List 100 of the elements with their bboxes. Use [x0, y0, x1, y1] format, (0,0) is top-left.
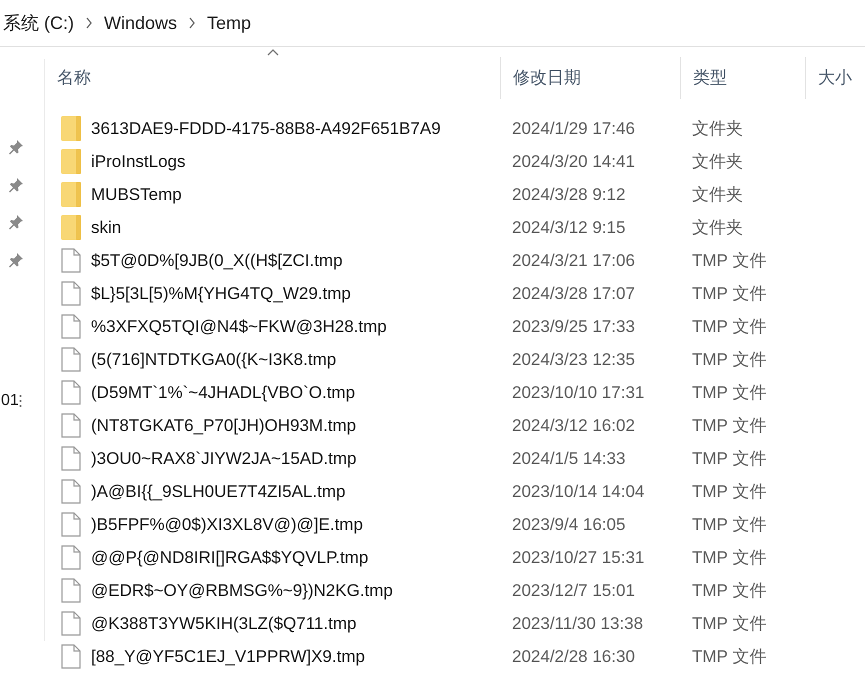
file-name: (NT8TGKAT6_P70[JH)OH93M.tmp	[91, 414, 356, 437]
file-name: @K388T3YW5KIH(3LZ($Q711.tmp	[91, 612, 356, 635]
file-type: TMP 文件	[691, 480, 768, 503]
file-icon	[61, 644, 81, 669]
file-type: TMP 文件	[691, 414, 768, 437]
modified-date: 2023/10/10 17:31	[511, 382, 646, 404]
file-row[interactable]: 3613DAE9-FDDD-4175-88B8-A492F651B7A9 2024/1/29 17:46 文件夹	[45, 112, 865, 145]
column-header[interactable]: 修改日期	[500, 57, 680, 99]
file-name: @EDR$~OY@RBMSG%~9})N2KG.tmp	[91, 580, 393, 602]
file-icon	[61, 380, 81, 405]
file-type: TMP 文件	[691, 448, 768, 470]
more-icon	[18, 394, 22, 408]
file-row[interactable]: )A@BI{{_9SLH0UE7T4ZI5AL.tmp 2023/10/14 14:04 TMP 文件	[45, 475, 865, 508]
file-name: $5T@0D%[9JB(0_X((H$[ZCI.tmp	[91, 250, 343, 272]
modified-date: 2024/3/28 17:07	[511, 282, 636, 305]
file-row[interactable]: iProInstLogs 2024/3/20 14:41 文件夹	[45, 145, 865, 178]
file-type: TMP 文件	[691, 646, 768, 668]
folder-icon	[61, 215, 81, 240]
file-name: %3XFXQ5TQI@N4$~FKW@3H28.tmp	[91, 316, 387, 338]
file-name: MUBSTemp	[91, 184, 182, 206]
modified-date: 2023/9/4 16:05	[511, 514, 626, 536]
file-icon	[61, 578, 81, 603]
modified-date: 2024/1/29 17:46	[511, 118, 636, 140]
file-type: 文件夹	[691, 150, 744, 173]
modified-date: 2023/10/14 14:04	[511, 480, 646, 503]
file-row[interactable]: @@P{@ND8IRI[]RGA$$YQVLP.tmp 2023/10/27 15:31 TMP 文件	[45, 541, 865, 574]
file-row[interactable]: %3XFXQ5TQI@N4$~FKW@3H28.tmp 2023/9/25 17:33 TMP 文件	[45, 310, 865, 343]
modified-date: 2023/12/7 15:01	[511, 580, 636, 602]
file-row[interactable]: )3OU0~RAX8`JIYW2JA~15AD.tmp 2024/1/5 14:33 TMP 文件	[45, 442, 865, 475]
file-icon	[61, 545, 81, 570]
file-row[interactable]: [88_Y@YF5C1EJ_V1PPRW]X9.tmp 2024/2/28 16:30 TMP 文件	[45, 640, 865, 673]
file-name: 3613DAE9-FDDD-4175-88B8-A492F651B7A9	[91, 118, 441, 140]
modified-date: 2023/11/30 13:38	[511, 612, 644, 635]
file-type: TMP 文件	[691, 612, 768, 635]
breadcrumb-item[interactable]: Windows	[104, 10, 178, 36]
file-row[interactable]: skin 2024/3/12 9:15 文件夹	[45, 211, 865, 244]
file-row[interactable]: $5T@0D%[9JB(0_X((H$[ZCI.tmp 2024/3/21 17:06 TMP 文件	[45, 244, 865, 277]
file-name: (D59MT`1%`~4JHADL{VBO`O.tmp	[91, 382, 356, 404]
file-icon	[61, 347, 81, 372]
modified-date: 2024/3/12 16:02	[511, 414, 636, 437]
file-row[interactable]: (D59MT`1%`~4JHADL{VBO`O.tmp 2023/10/10 17:31 TMP 文件	[45, 376, 865, 409]
file-icon	[61, 611, 81, 636]
modified-date: 2024/3/21 17:06	[511, 250, 636, 272]
file-type: TMP 文件	[691, 250, 768, 272]
file-type: TMP 文件	[691, 546, 768, 569]
modified-date: 2024/2/28 16:30	[511, 646, 636, 668]
file-icon	[61, 248, 81, 273]
file-row[interactable]: (NT8TGKAT6_P70[JH)OH93M.tmp 2024/3/12 16:02 TMP 文件	[45, 409, 865, 442]
column-header[interactable]: 名称	[45, 47, 500, 109]
breadcrumb-item[interactable]: 系统 (C:)	[3, 10, 74, 36]
file-row[interactable]: )B5FPF%@0$)XI3XL8V@)@]E.tmp 2023/9/4 16:05 TMP 文件	[45, 508, 865, 541]
file-row[interactable]: @EDR$~OY@RBMSG%~9})N2KG.tmp 2023/12/7 15:01 TMP 文件	[45, 574, 865, 607]
sidebar-label[interactable]: 01	[1, 389, 19, 413]
file-type: TMP 文件	[691, 316, 768, 338]
modified-date: 2023/10/27 15:31	[511, 546, 646, 569]
modified-date: 2024/3/28 9:12	[511, 184, 626, 206]
breadcrumb-item[interactable]: Temp	[207, 10, 252, 36]
modified-date: 2024/1/5 14:33	[511, 448, 626, 470]
folder-icon	[61, 182, 81, 207]
file-row[interactable]: MUBSTemp 2024/3/28 9:12 文件夹	[45, 178, 865, 211]
modified-date: 2024/3/12 9:15	[511, 216, 626, 239]
folder-icon	[61, 149, 81, 174]
pin-icon	[8, 139, 24, 155]
file-type: TMP 文件	[691, 580, 768, 602]
file-name: )3OU0~RAX8`JIYW2JA~15AD.tmp	[91, 448, 356, 470]
file-name: iProInstLogs	[91, 150, 186, 173]
file-icon	[61, 446, 81, 471]
file-type: 文件夹	[691, 184, 744, 206]
chevron-right-icon	[188, 17, 196, 29]
pin-icon	[8, 214, 24, 230]
file-icon	[61, 479, 81, 504]
file-name: $L}5[3L[5)%M{YHG4TQ_W29.tmp	[91, 282, 351, 305]
file-name: @@P{@ND8IRI[]RGA$$YQVLP.tmp	[91, 546, 368, 569]
file-type: 文件夹	[691, 216, 744, 239]
file-icon	[61, 413, 81, 438]
file-name: )A@BI{{_9SLH0UE7T4ZI5AL.tmp	[91, 480, 346, 503]
file-name: )B5FPF%@0$)XI3XL8V@)@]E.tmp	[91, 514, 363, 536]
file-name: (5(716]NTDTKGA0({K~I3K8.tmp	[91, 348, 336, 371]
file-icon	[61, 314, 81, 339]
modified-date: 2024/3/23 12:35	[511, 348, 636, 371]
file-row[interactable]: $L}5[3L[5)%M{YHG4TQ_W29.tmp 2024/3/28 17:07 TMP 文件	[45, 277, 865, 310]
file-name: skin	[91, 216, 122, 239]
file-type: 文件夹	[691, 118, 744, 140]
column-header[interactable]: 大小	[805, 57, 865, 99]
modified-date: 2024/3/20 14:41	[511, 150, 636, 173]
file-name: [88_Y@YF5C1EJ_V1PPRW]X9.tmp	[91, 646, 365, 668]
file-type: TMP 文件	[691, 282, 768, 305]
pin-icon	[8, 252, 24, 268]
chevron-right-icon	[85, 17, 93, 29]
folder-icon	[61, 116, 81, 141]
file-type: TMP 文件	[691, 382, 768, 404]
file-row[interactable]: (5(716]NTDTKGA0({K~I3K8.tmp 2024/3/23 12:35 TMP 文件	[45, 343, 865, 376]
file-row[interactable]: @K388T3YW5KIH(3LZ($Q711.tmp 2023/11/30 13:38 TMP 文件	[45, 607, 865, 640]
column-header[interactable]: 类型	[680, 57, 805, 99]
pin-icon	[8, 176, 24, 192]
file-icon	[61, 281, 81, 306]
file-type: TMP 文件	[691, 348, 768, 371]
file-icon	[61, 512, 81, 537]
modified-date: 2023/9/25 17:33	[511, 316, 636, 338]
file-type: TMP 文件	[691, 514, 768, 536]
